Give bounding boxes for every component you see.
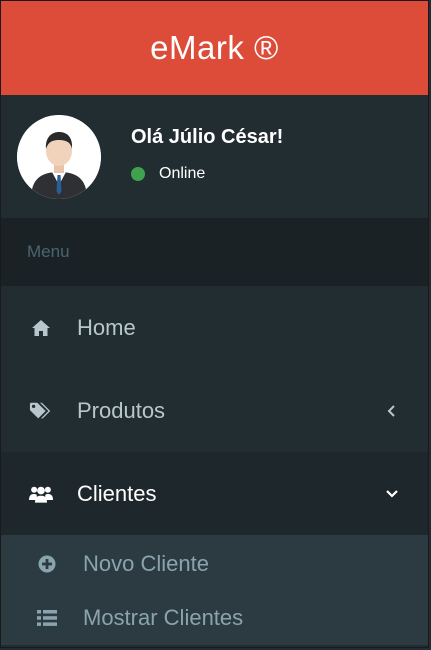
menu-header-label: Menu	[27, 242, 70, 261]
brand-title: eMark ®	[150, 29, 279, 66]
nav-item-label: Produtos	[77, 397, 166, 423]
submenu-item-novo-cliente[interactable]: Novo Cliente	[1, 537, 428, 591]
home-icon	[29, 316, 53, 340]
user-panel: Olá Júlio César! Online	[1, 95, 428, 218]
nav-item-home[interactable]: Home	[1, 286, 428, 369]
status-label: Online	[159, 165, 206, 182]
users-icon	[29, 482, 53, 506]
online-status-icon	[131, 167, 145, 181]
list-icon	[37, 608, 57, 628]
plus-circle-icon	[37, 554, 57, 574]
chevron-down-icon	[384, 486, 400, 502]
user-status: Online	[131, 165, 283, 183]
tags-icon	[29, 399, 53, 423]
user-info: Olá Júlio César! Online	[131, 126, 283, 183]
menu-header: Menu	[1, 218, 428, 286]
nav-item-produtos[interactable]: Produtos	[1, 369, 428, 452]
submenu-item-mostrar-clientes[interactable]: Mostrar Clientes	[1, 591, 428, 645]
user-avatar-icon	[17, 114, 101, 199]
user-greeting: Olá Júlio César!	[131, 126, 284, 148]
nav-item-label: Home	[77, 314, 136, 340]
brand-logo[interactable]: eMark ®	[1, 1, 428, 95]
nav-item-label: Clientes	[77, 480, 157, 506]
submenu-item-label: Novo Cliente	[83, 551, 209, 576]
submenu-item-label: Mostrar Clientes	[83, 605, 244, 630]
nav-item-clientes[interactable]: Clientes	[1, 452, 428, 535]
sidebar: eMark ® Olá Júlio César! Online Menu Hom…	[0, 0, 429, 648]
clientes-submenu: Novo Cliente Mostrar Clientes	[1, 535, 428, 645]
chevron-left-icon	[384, 403, 400, 419]
